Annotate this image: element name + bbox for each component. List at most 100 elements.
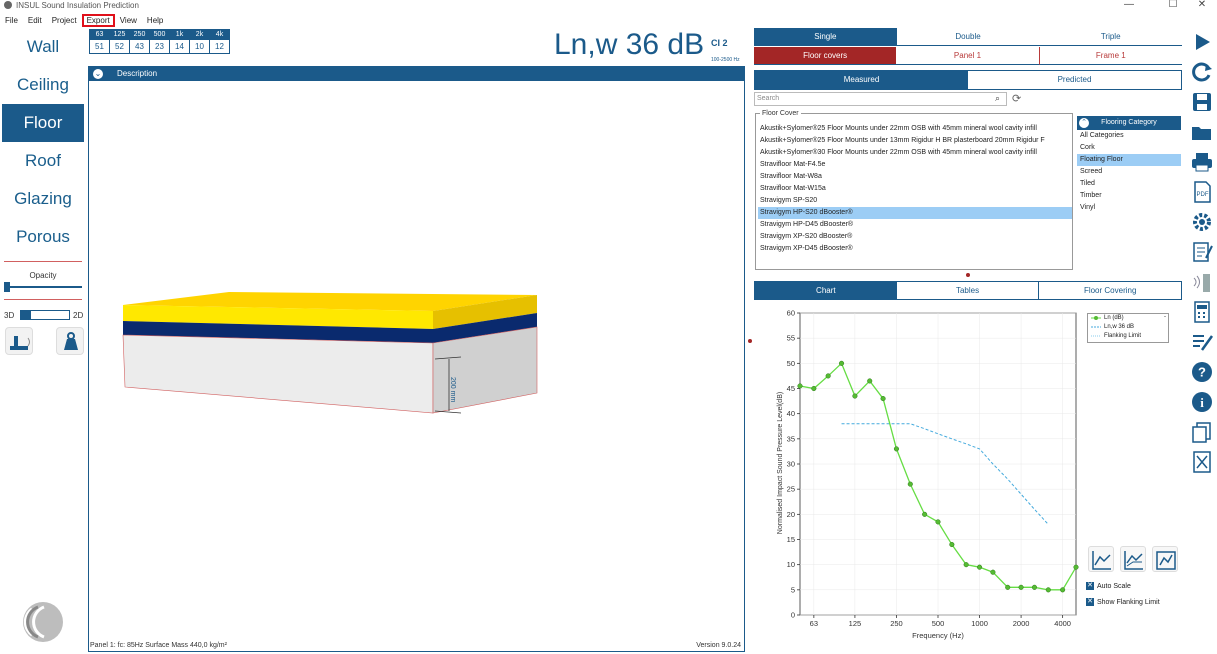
info-button[interactable]: i xyxy=(1188,388,1216,416)
sound-button[interactable] xyxy=(1188,268,1216,296)
search-icon[interactable]: ⌕ xyxy=(995,93,1000,104)
tab-single[interactable]: Single xyxy=(754,28,897,46)
list-item[interactable]: Akustik+Sylomer®30 Floor Mounts under 22… xyxy=(758,147,1072,159)
sidebar-item-ceiling[interactable]: Ceiling xyxy=(2,66,84,104)
tab-frame-1[interactable]: Frame 1 xyxy=(1039,47,1182,65)
layer-tabs: Single Double Triple xyxy=(754,28,1183,46)
chevron-down-icon[interactable]: ⌄ xyxy=(93,69,103,79)
opacity-slider[interactable] xyxy=(4,286,82,288)
category-item[interactable]: All Categories xyxy=(1077,130,1181,142)
freq-value: 12 xyxy=(209,39,230,54)
checkbox-checked-icon[interactable]: ✕ xyxy=(1086,582,1094,590)
list-item[interactable]: Stravigym XP-D45 dBooster® xyxy=(758,243,1072,255)
save-icon xyxy=(1193,93,1211,111)
list-item[interactable]: Akustik+Sylomer®25 Floor Mounts under 13… xyxy=(758,135,1072,147)
info-icon: i xyxy=(1192,392,1212,412)
weight-button[interactable] xyxy=(56,327,84,355)
legend-entry: Flanking Limit xyxy=(1091,333,1141,339)
chevron-up-icon[interactable]: ⌃ xyxy=(1079,118,1089,128)
list-item-selected[interactable]: Stravigym HP-S20 dBooster® xyxy=(758,207,1072,219)
menu-project[interactable]: Project xyxy=(47,14,82,27)
list-item[interactable]: Akustik+Sylomer®25 Floor Mounts under 22… xyxy=(758,123,1072,135)
tab-triple[interactable]: Triple xyxy=(1039,28,1183,46)
category-item-selected[interactable]: Floating Floor xyxy=(1077,154,1181,166)
category-item[interactable]: Vinyl xyxy=(1077,202,1181,214)
ln-data-point xyxy=(867,378,873,384)
menu-edit[interactable]: Edit xyxy=(23,14,47,27)
menu-view[interactable]: View xyxy=(115,14,142,27)
tab-predicted[interactable]: Predicted xyxy=(968,71,1181,89)
maximize-button[interactable]: ☐ xyxy=(1158,0,1188,10)
sidebar-item-porous[interactable]: Porous xyxy=(2,218,84,256)
list-item[interactable]: Stravifloor Mat-F4.5e xyxy=(758,159,1072,171)
3d-viewport[interactable]: ⌄ Description 200 mm Panel 1: fc: 85Hz S… xyxy=(88,66,745,652)
dimension-toggle[interactable] xyxy=(20,310,70,320)
category-header[interactable]: ⌃ Flooring Category xyxy=(1077,116,1181,130)
copy-button[interactable] xyxy=(1188,418,1216,446)
rating-range: 100-2500 Hz xyxy=(711,57,740,63)
tab-chart[interactable]: Chart xyxy=(755,282,897,300)
print-button[interactable] xyxy=(1188,148,1216,176)
ln-data-point xyxy=(963,562,969,568)
show-flanking-checkbox[interactable]: ✕ Show Flanking Limit xyxy=(1086,598,1160,606)
tab-tables[interactable]: Tables xyxy=(896,282,1040,300)
ln-data-point xyxy=(852,393,858,399)
search-input[interactable]: Search xyxy=(754,92,1007,106)
close-button[interactable]: ✕ xyxy=(1187,0,1217,10)
list-item[interactable]: Stravigym SP-S20 xyxy=(758,195,1072,207)
list-item[interactable]: Stravigym XP-S20 dBooster® xyxy=(758,231,1072,243)
menu-help[interactable]: Help xyxy=(142,14,168,27)
x-tick-label: 4000 xyxy=(1054,619,1071,628)
clear-button[interactable] xyxy=(1188,448,1216,476)
tab-double[interactable]: Double xyxy=(896,28,1040,46)
chart-legend: Ln (dB) Ln,w 36 dB Flanking Limit - xyxy=(1087,313,1169,343)
description-bar[interactable]: ⌄ Description xyxy=(89,67,744,81)
chart-compare-button[interactable] xyxy=(1120,546,1146,572)
list-item[interactable]: Stravifloor Mat-W8a xyxy=(758,171,1072,183)
sidebar-item-floor[interactable]: Floor xyxy=(2,104,84,142)
category-item[interactable]: Cork xyxy=(1077,142,1181,154)
run-button[interactable] xyxy=(1188,28,1216,56)
refresh-search-icon[interactable]: ⟳ xyxy=(1012,92,1021,105)
tab-panel-1[interactable]: Panel 1 xyxy=(896,47,1040,65)
checkbox-checked-icon[interactable]: ✕ xyxy=(1086,598,1094,606)
edit-list-button[interactable] xyxy=(1188,328,1216,356)
category-item[interactable]: Tiled xyxy=(1077,178,1181,190)
legend-close-icon[interactable]: - xyxy=(1164,314,1166,320)
list-item[interactable]: Stravigym HP-D45 dBooster® xyxy=(758,219,1072,231)
y-tick-label: 25 xyxy=(787,485,795,494)
edit-notes-button[interactable] xyxy=(1188,238,1216,266)
y-tick-label: 55 xyxy=(787,334,795,343)
slab-front xyxy=(122,334,434,414)
calculator-button[interactable] xyxy=(1188,298,1216,326)
refresh-button[interactable] xyxy=(1188,58,1216,86)
tab-measured[interactable]: Measured xyxy=(755,71,968,89)
opacity-slider-knob[interactable] xyxy=(4,282,10,292)
category-item[interactable]: Timber xyxy=(1077,190,1181,202)
open-folder-button[interactable] xyxy=(1188,118,1216,146)
help-button[interactable]: ? xyxy=(1188,358,1216,386)
sidebar-item-wall[interactable]: Wall xyxy=(2,28,84,66)
tab-floor-covering[interactable]: Floor Covering xyxy=(1039,282,1182,300)
menu-file[interactable]: File xyxy=(0,14,23,27)
list-item[interactable]: Stravifloor Mat-W15a xyxy=(758,183,1072,195)
tab-floor-covers[interactable]: Floor covers xyxy=(754,47,897,65)
save-button[interactable] xyxy=(1188,88,1216,116)
sidebar-item-roof[interactable]: Roof xyxy=(2,142,84,180)
pdf-button[interactable]: PDF xyxy=(1188,178,1216,206)
auto-scale-checkbox[interactable]: ✕ Auto Scale xyxy=(1086,582,1131,590)
settings-button[interactable] xyxy=(1188,208,1216,236)
chart-export-button[interactable] xyxy=(1152,546,1178,572)
splitter-handle[interactable] xyxy=(748,339,752,343)
sidebar-item-glazing[interactable]: Glazing xyxy=(2,180,84,218)
ln-data-point xyxy=(797,383,803,389)
splitter-handle[interactable] xyxy=(966,273,970,277)
floor-impact-button[interactable] xyxy=(5,327,33,355)
minimize-button[interactable]: — xyxy=(1114,0,1144,10)
category-item[interactable]: Screed xyxy=(1077,166,1181,178)
menu-export[interactable]: Export xyxy=(81,14,115,27)
speaker-wall-icon xyxy=(1193,274,1210,292)
chart-line-button[interactable] xyxy=(1088,546,1114,572)
freq-header: 250 xyxy=(129,29,150,40)
edit-list-icon xyxy=(1193,335,1214,351)
